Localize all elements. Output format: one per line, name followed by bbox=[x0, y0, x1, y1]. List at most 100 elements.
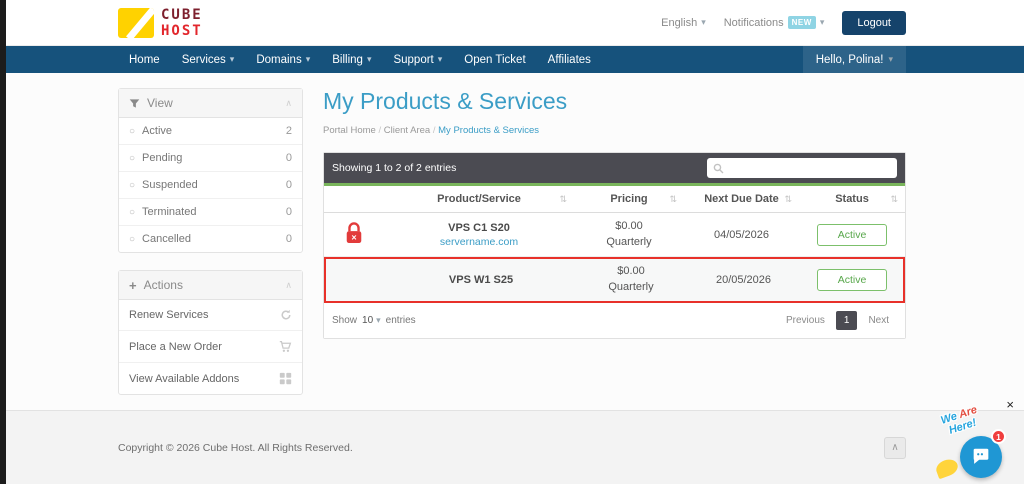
product-domain-link[interactable]: servername.com bbox=[440, 236, 518, 248]
action-renew-services[interactable]: Renew Services bbox=[119, 300, 302, 331]
sort-icon[interactable]: ⇅ bbox=[890, 194, 898, 205]
nav-label: Home bbox=[129, 54, 160, 66]
action-label: Place a New Order bbox=[129, 341, 222, 353]
language-dropdown[interactable]: English ▾ bbox=[661, 17, 706, 29]
sort-icon[interactable]: ⇅ bbox=[784, 194, 792, 205]
filter-label: Suspended bbox=[142, 179, 198, 191]
scroll-to-top-button[interactable]: ∧ bbox=[884, 437, 906, 459]
action-place-new-order[interactable]: Place a New Order bbox=[119, 331, 302, 363]
main-navbar: Home Services ▾ Domains▾ Billing▾ Support… bbox=[0, 46, 1024, 73]
addons-icon bbox=[279, 372, 292, 385]
breadcrumb-client-area[interactable]: Client Area bbox=[376, 125, 430, 136]
pagination-previous[interactable]: Previous bbox=[778, 311, 833, 330]
sort-icon[interactable]: ⇅ bbox=[559, 194, 567, 205]
brand-logo[interactable]: CUBE HOST bbox=[118, 8, 203, 38]
status-badge[interactable]: Active bbox=[817, 224, 888, 246]
breadcrumb: Portal HomeClient AreaMy Products & Serv… bbox=[323, 125, 906, 136]
sidebar: View ∧ ○ Active 2 ○Pending 0 ○ Suspended 0 bbox=[118, 88, 303, 412]
chat-hand-icon bbox=[934, 457, 960, 480]
nav-item-affiliates[interactable]: Affiliates bbox=[537, 46, 602, 73]
filter-suspended[interactable]: ○ Suspended 0 bbox=[119, 172, 302, 199]
page-title: My Products & Services bbox=[323, 88, 906, 115]
column-header-status[interactable]: Status ⇅ bbox=[799, 186, 905, 212]
plus-icon: + bbox=[129, 279, 137, 292]
nav-item-home[interactable]: Home bbox=[118, 46, 171, 73]
page-size-value: 10 bbox=[362, 315, 373, 326]
chevron-up-icon[interactable]: ∧ bbox=[285, 280, 292, 291]
column-header-empty bbox=[324, 186, 384, 212]
filter-count: 0 bbox=[286, 152, 292, 164]
main-content: View ∧ ○ Active 2 ○Pending 0 ○ Suspended 0 bbox=[0, 73, 1024, 410]
breadcrumb-current: My Products & Services bbox=[430, 125, 539, 136]
caret-down-icon: ▾ bbox=[376, 315, 381, 326]
entries-label: entries bbox=[386, 315, 416, 326]
logout-button[interactable]: Logout bbox=[842, 11, 906, 35]
filter-count: 0 bbox=[286, 206, 292, 218]
notifications-dropdown[interactable]: Notifications NEW ▾ bbox=[724, 16, 825, 29]
nav-item-domains[interactable]: Domains▾ bbox=[245, 46, 321, 73]
filter-count: 0 bbox=[286, 179, 292, 191]
pagination-page-1[interactable]: 1 bbox=[836, 311, 858, 330]
filter-count: 2 bbox=[286, 125, 292, 137]
user-menu[interactable]: Hello, Polina! ▾ bbox=[803, 46, 906, 73]
filter-pending[interactable]: ○Pending 0 bbox=[119, 145, 302, 172]
column-header-pricing[interactable]: Pricing⇅ bbox=[574, 186, 684, 212]
actions-panel: + Actions ∧ Renew Services Place a New O… bbox=[118, 270, 303, 395]
copyright-text: Copyright © 2026 Cube Host. All Rights R… bbox=[118, 442, 353, 454]
filter-label: Active bbox=[142, 125, 172, 137]
view-panel-header: View ∧ bbox=[119, 89, 302, 118]
brand-name-line1: CUBE bbox=[161, 8, 203, 22]
user-greeting: Hello, Polina! bbox=[816, 54, 884, 66]
nav-item-support[interactable]: Support▾ bbox=[382, 46, 453, 73]
pagination: Previous 1 Next bbox=[778, 311, 897, 330]
nav-item-services[interactable]: Services ▾ bbox=[171, 46, 246, 73]
sort-icon[interactable]: ⇅ bbox=[669, 194, 677, 205]
table-row[interactable]: × VPS C1 S20 servername.com $0.00 Quarte… bbox=[324, 213, 905, 257]
caret-down-icon: ▾ bbox=[701, 17, 706, 28]
show-label: Show bbox=[332, 315, 357, 326]
chevron-up-icon[interactable]: ∧ bbox=[285, 98, 292, 109]
view-panel: View ∧ ○ Active 2 ○Pending 0 ○ Suspended 0 bbox=[118, 88, 303, 253]
billing-cycle: Quarterly bbox=[578, 235, 680, 251]
filter-label: Terminated bbox=[142, 206, 196, 218]
radio-icon: ○ bbox=[129, 126, 135, 137]
column-label: Product/Service bbox=[437, 193, 521, 205]
nav-item-billing[interactable]: Billing▾ bbox=[321, 46, 382, 73]
column-label: Status bbox=[835, 193, 869, 205]
breadcrumb-portal-home[interactable]: Portal Home bbox=[323, 125, 376, 136]
caret-down-icon: ▾ bbox=[367, 54, 372, 65]
table-row-highlighted[interactable]: VPS W1 S25 $0.00 Quarterly 20/05/2026 Ac… bbox=[324, 257, 905, 303]
notifications-label: Notifications bbox=[724, 17, 784, 29]
action-view-available-addons[interactable]: View Available Addons bbox=[119, 363, 302, 394]
caret-down-icon: ▾ bbox=[820, 17, 825, 28]
close-icon[interactable]: × bbox=[1006, 398, 1014, 411]
page-size-select[interactable]: 10 ▾ bbox=[362, 315, 381, 326]
nav-label: Affiliates bbox=[548, 54, 591, 66]
nav-label: Support bbox=[393, 54, 433, 66]
caret-down-icon: ▾ bbox=[230, 54, 235, 65]
actions-panel-title: Actions bbox=[144, 278, 183, 292]
table-search-input[interactable] bbox=[729, 163, 891, 174]
refresh-icon bbox=[280, 309, 292, 321]
filter-active[interactable]: ○ Active 2 bbox=[119, 118, 302, 145]
pagination-next[interactable]: Next bbox=[860, 311, 897, 330]
billing-cycle: Quarterly bbox=[580, 280, 682, 296]
filter-cancelled[interactable]: ○Cancelled 0 bbox=[119, 226, 302, 252]
status-badge[interactable]: Active bbox=[817, 269, 888, 291]
product-name: VPS C1 S20 bbox=[388, 222, 570, 234]
nav-item-open-ticket[interactable]: Open Ticket bbox=[453, 46, 536, 73]
language-label: English bbox=[661, 17, 697, 29]
top-header: CUBE HOST English ▾ Notifications NEW ▾ … bbox=[0, 0, 1024, 46]
radio-icon: ○ bbox=[129, 180, 135, 191]
table-header-row: Product/Service ⇅ Pricing⇅ Next Due Date⇅… bbox=[324, 186, 905, 213]
nav-label: Services bbox=[182, 54, 226, 66]
column-header-product-service[interactable]: Product/Service ⇅ bbox=[384, 186, 574, 212]
chat-widget: × We Are Here! 1 bbox=[924, 400, 1016, 480]
search-icon bbox=[713, 163, 724, 174]
table-search bbox=[707, 158, 897, 178]
column-header-next-due-date[interactable]: Next Due Date⇅ bbox=[684, 186, 799, 212]
lock-icon: × bbox=[344, 221, 364, 245]
filter-terminated[interactable]: ○Terminated 0 bbox=[119, 199, 302, 226]
caret-down-icon: ▾ bbox=[888, 54, 893, 65]
filter-label: Pending bbox=[142, 152, 182, 164]
